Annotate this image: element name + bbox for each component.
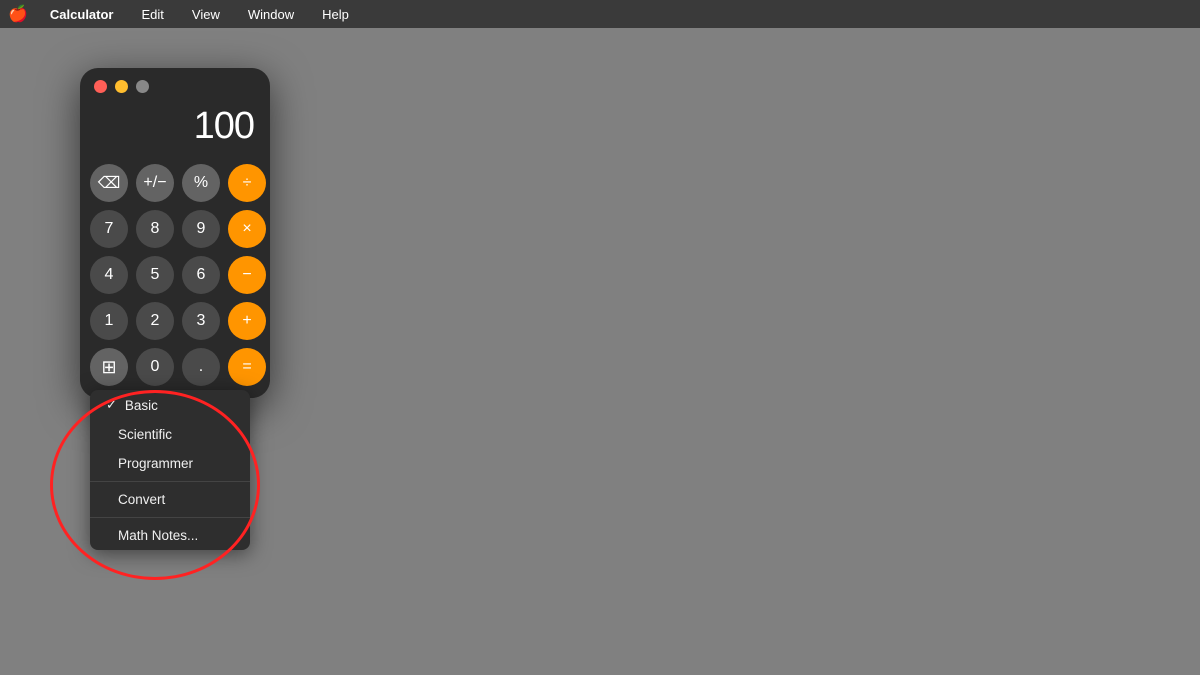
menubar-view[interactable]: View — [186, 5, 226, 24]
subtract-button[interactable]: − — [228, 256, 266, 294]
one-button[interactable]: 1 — [90, 302, 128, 340]
window-controls — [80, 68, 270, 101]
minimize-button[interactable] — [115, 80, 128, 93]
menu-item-programmer[interactable]: Programmer — [90, 449, 250, 478]
menubar-calculator[interactable]: Calculator — [44, 5, 120, 24]
menu-item-convert[interactable]: Convert — [90, 485, 250, 514]
equals-button[interactable]: = — [228, 348, 266, 386]
add-button[interactable]: + — [228, 302, 266, 340]
multiply-button[interactable]: × — [228, 210, 266, 248]
close-button[interactable] — [94, 80, 107, 93]
apple-menu[interactable]: 🍎 — [8, 4, 28, 24]
menubar-window[interactable]: Window — [242, 5, 300, 24]
seven-button[interactable]: 7 — [90, 210, 128, 248]
backspace-button[interactable]: ⌫ — [90, 164, 128, 202]
menubar: 🍎 Calculator Edit View Window Help — [0, 0, 1200, 28]
divide-button[interactable]: ÷ — [228, 164, 266, 202]
menu-item-basic[interactable]: Basic — [90, 390, 250, 420]
zero-button[interactable]: 0 — [136, 348, 174, 386]
nine-button[interactable]: 9 — [182, 210, 220, 248]
maximize-button[interactable] — [136, 80, 149, 93]
calculator-window: 100 ⌫ +/− % ÷ 7 8 9 × 4 5 6 − 1 2 3 + ⊞ … — [80, 68, 270, 398]
percent-button[interactable]: % — [182, 164, 220, 202]
five-button[interactable]: 5 — [136, 256, 174, 294]
menu-item-scientific[interactable]: Scientific — [90, 420, 250, 449]
eight-button[interactable]: 8 — [136, 210, 174, 248]
two-button[interactable]: 2 — [136, 302, 174, 340]
three-button[interactable]: 3 — [182, 302, 220, 340]
view-menu-dropdown: Basic Scientific Programmer Convert Math… — [90, 390, 250, 550]
menu-separator-2 — [90, 517, 250, 518]
calculator-keypad: ⌫ +/− % ÷ 7 8 9 × 4 5 6 − 1 2 3 + ⊞ 0 . … — [80, 160, 270, 398]
decimal-button[interactable]: . — [182, 348, 220, 386]
calculator-display: 100 — [80, 101, 270, 160]
calculator-icon-button[interactable]: ⊞ — [90, 348, 128, 386]
four-button[interactable]: 4 — [90, 256, 128, 294]
menu-separator-1 — [90, 481, 250, 482]
six-button[interactable]: 6 — [182, 256, 220, 294]
menu-item-math-notes[interactable]: Math Notes... — [90, 521, 250, 550]
plus-minus-button[interactable]: +/− — [136, 164, 174, 202]
menubar-edit[interactable]: Edit — [136, 5, 170, 24]
menubar-help[interactable]: Help — [316, 5, 355, 24]
